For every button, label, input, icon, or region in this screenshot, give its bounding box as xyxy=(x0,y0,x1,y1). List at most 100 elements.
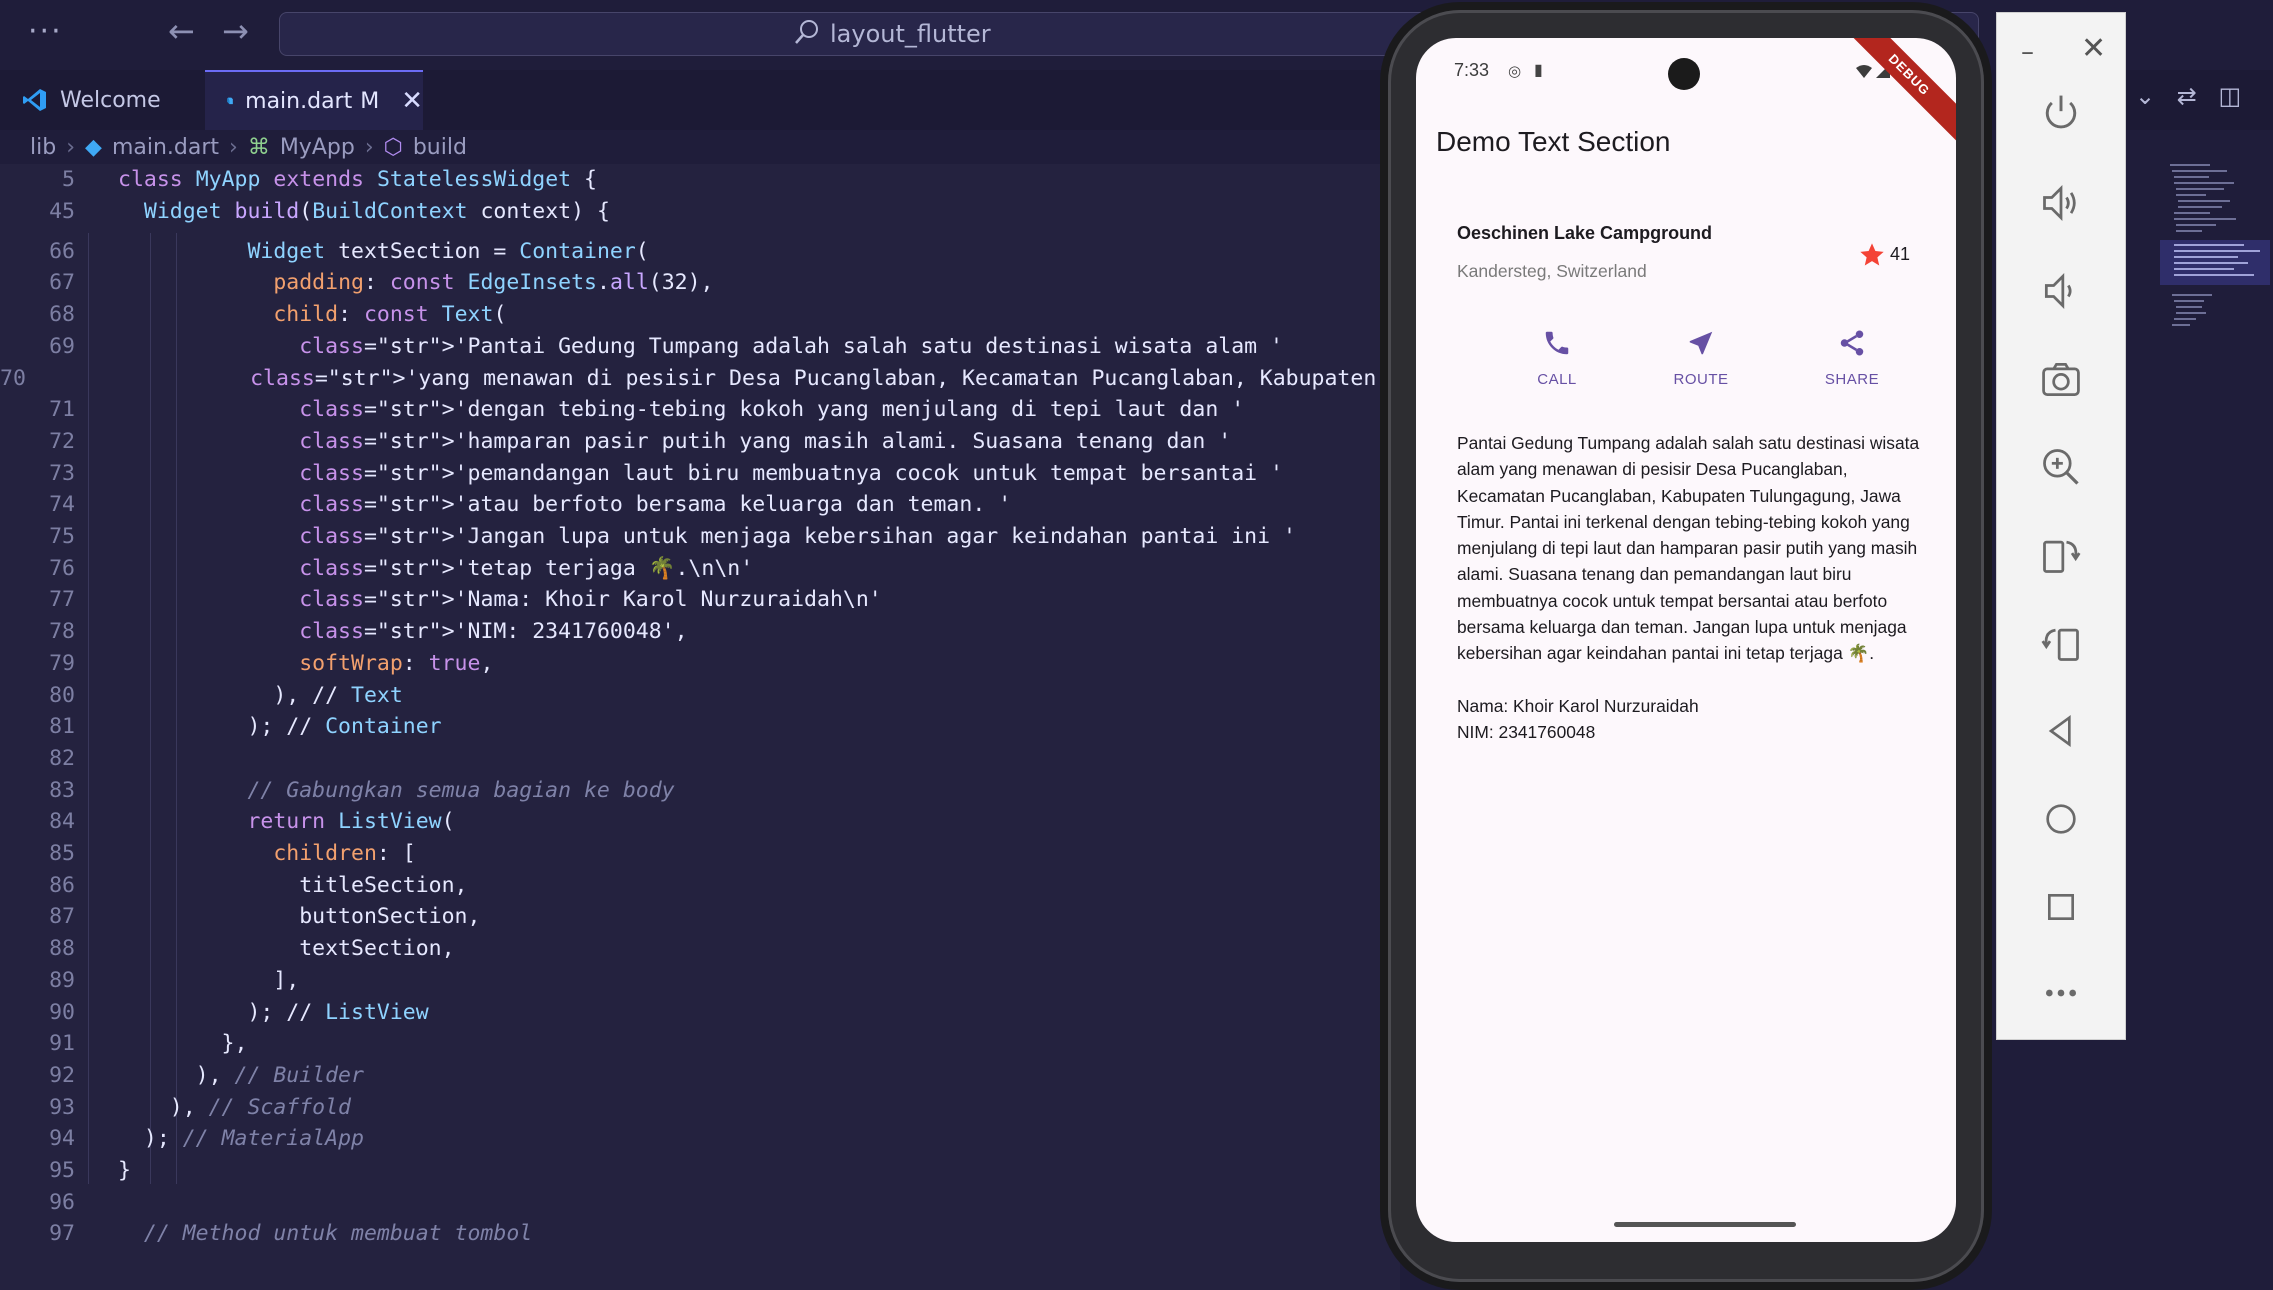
volume-up-button[interactable] xyxy=(1997,181,2125,225)
screenshot-button[interactable] xyxy=(1997,357,2125,401)
code-line[interactable]: 74 class="str">'atau berfoto bersama kel… xyxy=(0,489,1400,521)
line-number: 91 xyxy=(49,1031,75,1057)
home-indicator[interactable] xyxy=(1614,1222,1796,1227)
code-line[interactable]: 84 return ListView( xyxy=(0,806,1400,838)
more-icon xyxy=(2046,989,2076,997)
code-line[interactable]: 73 class="str">'pemandangan laut biru me… xyxy=(0,457,1400,489)
sticky-code-line[interactable]: 5 class MyApp extends StatelessWidget { xyxy=(0,164,1400,196)
code-line[interactable]: 81 ); // Container xyxy=(0,711,1400,743)
code-line[interactable]: 67 padding: const EdgeInsets.all(32), xyxy=(0,267,1400,299)
minimize-icon[interactable]: – xyxy=(2021,37,2034,67)
code-line[interactable]: 94 ); // MaterialApp xyxy=(0,1123,1400,1155)
back-button[interactable] xyxy=(1997,711,2125,751)
code-line[interactable]: 88 textSection, xyxy=(0,933,1400,965)
code-line[interactable]: 92 ), // Builder xyxy=(0,1060,1400,1092)
code-line[interactable]: 95} xyxy=(0,1155,1400,1187)
method-symbol-icon: ⬡ xyxy=(383,134,403,160)
overview-button[interactable] xyxy=(1997,887,2125,927)
tab-welcome[interactable]: Welcome xyxy=(0,70,205,130)
status-time: 7:33 xyxy=(1454,60,1490,80)
code-line[interactable]: 86 titleSection, xyxy=(0,869,1400,901)
dart-file-icon: ◆ xyxy=(85,134,102,160)
code-line[interactable]: 89 ], xyxy=(0,965,1400,997)
power-button[interactable] xyxy=(1997,91,2125,135)
line-code: class="str">'NIM: 2341760048', xyxy=(299,619,688,645)
code-line[interactable]: 80 ), // Text xyxy=(0,679,1400,711)
code-line[interactable]: 93 ), // Scaffold xyxy=(0,1091,1400,1123)
code-line[interactable]: 75 class="str">'Jangan lupa untuk menjag… xyxy=(0,521,1400,553)
navigation-icon xyxy=(1689,331,1713,355)
code-line[interactable]: 97 // Method untuk membuat tombol xyxy=(0,1218,1400,1250)
split-editor-icon[interactable]: ◫ xyxy=(2219,82,2242,110)
volume-down-button[interactable] xyxy=(1997,269,2125,313)
line-code: return ListView( xyxy=(247,809,455,835)
breadcrumb: lib › ◆ main.dart › ⌘ MyApp › ⬡ build xyxy=(30,130,467,164)
rotate-left-button[interactable] xyxy=(1997,533,2125,577)
code-line[interactable]: 83 // Gabungkan semua bagian ke body xyxy=(0,774,1400,806)
search-text: layout_flutter xyxy=(830,20,991,48)
line-code: // Gabungkan semua bagian ke body xyxy=(118,777,675,803)
code-line[interactable]: 76 class="str">'tetap terjaga 🌴.\n\n' xyxy=(0,552,1400,584)
more-button[interactable] xyxy=(1997,973,2125,1013)
code-line[interactable]: 96 xyxy=(0,1186,1400,1218)
breadcrumb-class[interactable]: MyApp xyxy=(280,135,355,160)
code-line[interactable]: 69 class="str">'Pantai Gedung Tumpang ad… xyxy=(0,331,1400,363)
call-button[interactable]: CALL xyxy=(1497,328,1617,388)
line-code: buttonSection, xyxy=(118,904,481,930)
forward-arrow-icon[interactable]: → xyxy=(222,12,249,50)
volume-up-icon xyxy=(2043,185,2076,221)
code-line[interactable]: 68 child: const Text( xyxy=(0,299,1400,331)
line-number: 72 xyxy=(49,428,75,454)
line-code: // Method untuk membuat tombol xyxy=(118,1221,533,1247)
line-number: 90 xyxy=(49,999,75,1025)
line-code: titleSection, xyxy=(118,872,468,898)
rotate-right-button[interactable] xyxy=(1997,621,2125,665)
phone-screen[interactable]: 7:33 ◎ ▮ DEBUG Demo Text Section Oeschin… xyxy=(1416,38,1956,1242)
close-icon[interactable]: ✕ xyxy=(401,86,423,116)
line-number: 75 xyxy=(49,524,75,550)
code-line[interactable]: 78 class="str">'NIM: 2341760048', xyxy=(0,616,1400,648)
close-icon[interactable]: ✕ xyxy=(2081,31,2106,66)
line-number: 70 xyxy=(0,365,26,391)
line-number: 85 xyxy=(49,841,75,867)
star-icon xyxy=(1860,243,1884,266)
share-button[interactable]: SHARE xyxy=(1792,328,1912,388)
line-number: 83 xyxy=(49,777,75,803)
code-line[interactable]: 70 class="str">'yang menawan di pesisir … xyxy=(0,362,1480,394)
code-line[interactable]: 91 }, xyxy=(0,1028,1400,1060)
code-line[interactable]: 77 class="str">'Nama: Khoir Karol Nurzur… xyxy=(0,584,1400,616)
more-menu-icon[interactable]: ··· xyxy=(28,14,63,49)
code-line[interactable]: 66 Widget textSection = Container( xyxy=(0,235,1400,267)
source-control-compare-icon[interactable]: ⇄ xyxy=(2177,82,2197,110)
code-line[interactable]: 85 children: [ xyxy=(0,838,1400,870)
code-line[interactable]: 87 buttonSection, xyxy=(0,901,1400,933)
code-line[interactable]: 79 softWrap: true, xyxy=(0,648,1400,680)
line-number: 68 xyxy=(49,302,75,328)
zoom-button[interactable] xyxy=(1997,445,2125,489)
back-arrow-icon[interactable]: ← xyxy=(168,12,195,50)
breadcrumb-method[interactable]: build xyxy=(413,135,467,160)
line-number: 74 xyxy=(49,492,75,518)
breadcrumb-folder[interactable]: lib xyxy=(30,135,56,160)
vscode-icon xyxy=(23,89,46,111)
tab-main-dart[interactable]: main.dart M ✕ xyxy=(205,70,423,130)
code-line[interactable]: 90 ); // ListView xyxy=(0,996,1400,1028)
class-symbol-icon: ⌘ xyxy=(247,134,270,160)
code-line[interactable]: 82 xyxy=(0,743,1400,775)
line-number: 97 xyxy=(49,1221,75,1247)
code-line[interactable]: 71 class="str">'dengan tebing-tebing kok… xyxy=(0,394,1400,426)
route-button[interactable]: ROUTE xyxy=(1641,328,1761,388)
code-line[interactable]: 72 class="str">'hamparan pasir putih yan… xyxy=(0,426,1400,458)
chevron-down-icon[interactable]: ⌄ xyxy=(2135,82,2155,110)
debug-banner: DEBUG xyxy=(1839,38,1956,145)
line-number: 71 xyxy=(49,397,75,423)
line-number: 77 xyxy=(49,587,75,613)
share-label: SHARE xyxy=(1824,371,1880,388)
breadcrumb-file[interactable]: main.dart xyxy=(112,135,219,160)
home-button[interactable] xyxy=(1997,799,2125,839)
line-code: textSection, xyxy=(118,936,455,962)
minimap[interactable] xyxy=(2160,160,2270,410)
chevron-right-icon: › xyxy=(229,134,238,160)
line-number: 67 xyxy=(49,270,75,296)
sticky-code-line[interactable]: 45 Widget build(BuildContext context) { xyxy=(0,195,1400,228)
